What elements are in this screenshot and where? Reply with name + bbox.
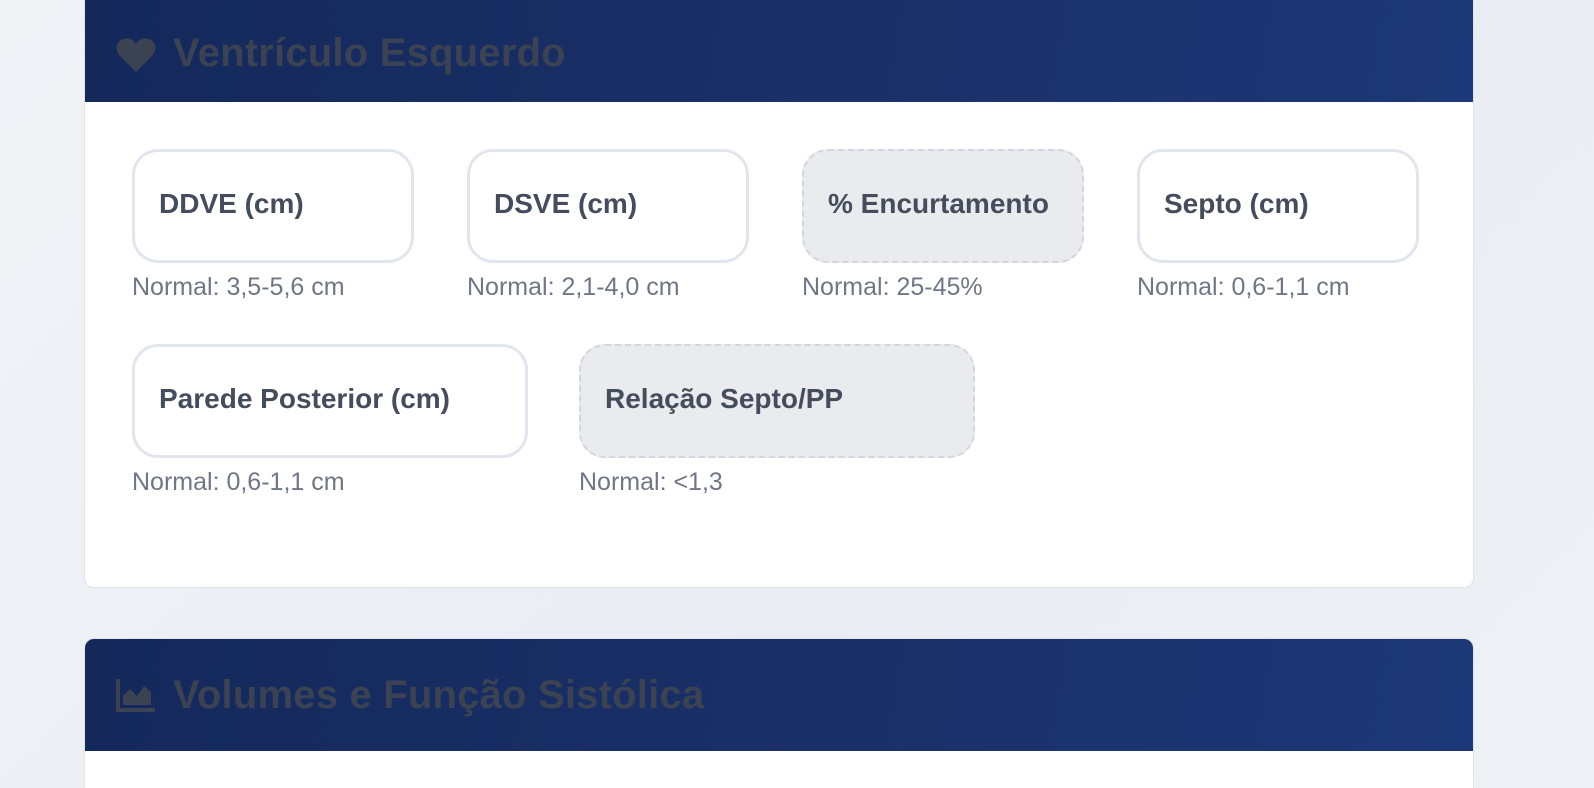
field-label: % Encurtamento (828, 188, 1049, 219)
field-septo: Septo (cm) Normal: 0,6-1,1 cm (1137, 149, 1419, 302)
heart-icon (115, 34, 157, 76)
field-hint: Normal: <1,3 (579, 468, 723, 496)
septo-input[interactable]: Septo (cm) (1137, 149, 1419, 263)
field-encurtamento: % Encurtamento Normal: 25-45% (802, 149, 1084, 302)
dsve-input[interactable]: DSVE (cm) (467, 149, 749, 263)
field-relacao-septo-pp: Relação Septo/PP Normal: <1,3 (579, 344, 975, 497)
field-label: Relação Septo/PP (605, 383, 844, 414)
encurtamento-output: % Encurtamento (802, 149, 1084, 263)
field-dsve: DSVE (cm) Normal: 2,1-4,0 cm (467, 149, 749, 302)
relacao-septo-pp-output: Relação Septo/PP (579, 344, 975, 458)
field-ddve: DDVE (cm) Normal: 3,5-5,6 cm (132, 149, 414, 302)
field-label: DDVE (cm) (159, 188, 304, 219)
area-chart-icon (115, 674, 157, 716)
section-title: Ventrículo Esquerdo (173, 31, 566, 75)
field-parede-posterior: Parede Posterior (cm) Normal: 0,6-1,1 cm (132, 344, 528, 497)
parede-posterior-input[interactable]: Parede Posterior (cm) (132, 344, 528, 458)
field-label: Septo (cm) (1164, 188, 1309, 219)
section-title: Volumes e Função Sistólica (173, 672, 705, 717)
section-header[interactable]: Ventrículo Esquerdo (85, 0, 1473, 102)
ddve-input[interactable]: DDVE (cm) (132, 149, 414, 263)
section-volumes: Volumes e Função Sistólica (84, 638, 1474, 788)
section-header[interactable]: Volumes e Função Sistólica (85, 639, 1473, 751)
field-hint: Normal: 3,5-5,6 cm (132, 273, 345, 301)
field-hint: Normal: 0,6-1,1 cm (1137, 273, 1350, 301)
field-label: DSVE (cm) (494, 188, 638, 219)
field-hint: Normal: 25-45% (802, 273, 983, 301)
field-hint: Normal: 2,1-4,0 cm (467, 273, 680, 301)
field-hint: Normal: 0,6-1,1 cm (132, 468, 345, 496)
section-ventriculo-esquerdo: Ventrículo Esquerdo DDVE (cm) Normal: 3,… (84, 0, 1474, 588)
field-label: Parede Posterior (cm) (159, 383, 450, 414)
